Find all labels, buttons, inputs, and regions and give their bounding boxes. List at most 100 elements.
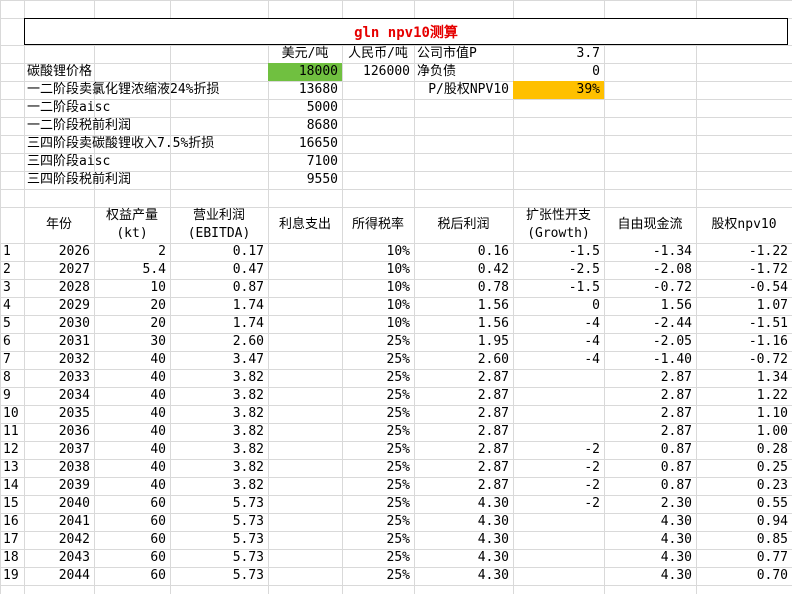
interest-cell[interactable] bbox=[268, 351, 342, 369]
equity-npv10-cell[interactable]: -0.54 bbox=[696, 279, 792, 297]
equity-output-cell[interactable]: 2 bbox=[94, 243, 170, 261]
ebitda-cell[interactable]: 1.74 bbox=[170, 297, 268, 315]
interest-cell[interactable] bbox=[268, 243, 342, 261]
ebitda-cell[interactable]: 5.73 bbox=[170, 549, 268, 567]
interest-cell[interactable] bbox=[268, 423, 342, 441]
free-cash-flow-cell[interactable]: -2.08 bbox=[604, 261, 696, 279]
summary-usd-value[interactable]: 5000 bbox=[268, 99, 342, 117]
ebitda-cell[interactable]: 0.17 bbox=[170, 243, 268, 261]
summary-label[interactable]: 三四阶段aisc bbox=[24, 153, 268, 171]
summary-usd-value[interactable]: 9550 bbox=[268, 171, 342, 189]
row-number[interactable]: 13 bbox=[0, 459, 24, 477]
tax-rate-cell[interactable]: 25% bbox=[342, 441, 414, 459]
equity-npv10-cell[interactable]: -1.72 bbox=[696, 261, 792, 279]
equity-npv10-cell[interactable]: -1.16 bbox=[696, 333, 792, 351]
equity-npv10-cell[interactable]: 0.23 bbox=[696, 477, 792, 495]
equity-output-cell[interactable]: 40 bbox=[94, 369, 170, 387]
growth-capex-cell[interactable] bbox=[513, 387, 604, 405]
summary-label[interactable]: 碳酸锂价格 bbox=[24, 63, 268, 81]
after-tax-profit-cell[interactable]: 2.87 bbox=[414, 369, 513, 387]
equity-npv10-cell[interactable]: 1.22 bbox=[696, 387, 792, 405]
year-cell[interactable]: 2037 bbox=[24, 441, 94, 459]
year-cell[interactable]: 2036 bbox=[24, 423, 94, 441]
after-tax-profit-cell[interactable]: 1.95 bbox=[414, 333, 513, 351]
row-number[interactable]: 6 bbox=[0, 333, 24, 351]
interest-cell[interactable] bbox=[268, 477, 342, 495]
ratio-label[interactable]: P/股权NPV10 bbox=[414, 81, 513, 99]
free-cash-flow-cell[interactable]: 0.87 bbox=[604, 441, 696, 459]
row-number[interactable]: 5 bbox=[0, 315, 24, 333]
net-debt-label[interactable]: 净负债 bbox=[414, 63, 513, 81]
ebitda-cell[interactable]: 1.74 bbox=[170, 315, 268, 333]
growth-capex-cell[interactable]: 0 bbox=[513, 297, 604, 315]
interest-cell[interactable] bbox=[268, 369, 342, 387]
row-number[interactable]: 12 bbox=[0, 441, 24, 459]
equity-output-cell[interactable]: 40 bbox=[94, 351, 170, 369]
equity-npv10-cell[interactable]: 1.07 bbox=[696, 297, 792, 315]
tax-rate-cell[interactable]: 25% bbox=[342, 513, 414, 531]
interest-cell[interactable] bbox=[268, 279, 342, 297]
ebitda-cell[interactable]: 3.82 bbox=[170, 387, 268, 405]
rmb-per-ton-header[interactable]: 人民币/吨 bbox=[342, 45, 414, 63]
year-cell[interactable]: 2044 bbox=[24, 567, 94, 585]
equity-output-cell[interactable]: 60 bbox=[94, 531, 170, 549]
table-header-cell[interactable]: 股权npv10 bbox=[696, 216, 792, 234]
equity-output-cell[interactable]: 40 bbox=[94, 387, 170, 405]
summary-usd-value[interactable]: 18000 bbox=[268, 63, 342, 81]
free-cash-flow-cell[interactable]: 2.30 bbox=[604, 495, 696, 513]
equity-output-cell[interactable]: 60 bbox=[94, 549, 170, 567]
year-cell[interactable]: 2032 bbox=[24, 351, 94, 369]
summary-label[interactable]: 三四阶段税前利润 bbox=[24, 171, 268, 189]
after-tax-profit-cell[interactable]: 0.42 bbox=[414, 261, 513, 279]
row-number[interactable]: 3 bbox=[0, 279, 24, 297]
equity-npv10-cell[interactable]: 0.28 bbox=[696, 441, 792, 459]
summary-label[interactable]: 一二阶段税前利润 bbox=[24, 117, 268, 135]
tax-rate-cell[interactable]: 25% bbox=[342, 351, 414, 369]
ebitda-cell[interactable]: 5.73 bbox=[170, 531, 268, 549]
year-cell[interactable]: 2040 bbox=[24, 495, 94, 513]
growth-capex-cell[interactable]: -2.5 bbox=[513, 261, 604, 279]
interest-cell[interactable] bbox=[268, 495, 342, 513]
table-header-cell[interactable]: 权益产量 (kt) bbox=[94, 207, 170, 243]
row-number[interactable]: 1 bbox=[0, 243, 24, 261]
row-number[interactable]: 4 bbox=[0, 297, 24, 315]
free-cash-flow-cell[interactable]: -1.40 bbox=[604, 351, 696, 369]
after-tax-profit-cell[interactable]: 1.56 bbox=[414, 315, 513, 333]
interest-cell[interactable] bbox=[268, 459, 342, 477]
ebitda-cell[interactable]: 3.82 bbox=[170, 441, 268, 459]
growth-capex-cell[interactable]: -2 bbox=[513, 495, 604, 513]
after-tax-profit-cell[interactable]: 2.87 bbox=[414, 477, 513, 495]
tax-rate-cell[interactable]: 10% bbox=[342, 243, 414, 261]
tax-rate-cell[interactable]: 10% bbox=[342, 261, 414, 279]
table-header-cell[interactable]: 年份 bbox=[24, 216, 94, 234]
equity-output-cell[interactable]: 40 bbox=[94, 441, 170, 459]
tax-rate-cell[interactable]: 25% bbox=[342, 531, 414, 549]
free-cash-flow-cell[interactable]: 4.30 bbox=[604, 513, 696, 531]
row-number[interactable]: 7 bbox=[0, 351, 24, 369]
free-cash-flow-cell[interactable]: 0.87 bbox=[604, 459, 696, 477]
growth-capex-cell[interactable]: -2 bbox=[513, 441, 604, 459]
ebitda-cell[interactable]: 0.87 bbox=[170, 279, 268, 297]
equity-npv10-cell[interactable]: 0.94 bbox=[696, 513, 792, 531]
growth-capex-cell[interactable] bbox=[513, 369, 604, 387]
market-cap-value[interactable]: 3.7 bbox=[513, 45, 604, 63]
free-cash-flow-cell[interactable]: -1.34 bbox=[604, 243, 696, 261]
tax-rate-cell[interactable]: 25% bbox=[342, 387, 414, 405]
equity-output-cell[interactable]: 10 bbox=[94, 279, 170, 297]
after-tax-profit-cell[interactable]: 4.30 bbox=[414, 567, 513, 585]
free-cash-flow-cell[interactable]: -0.72 bbox=[604, 279, 696, 297]
tax-rate-cell[interactable]: 10% bbox=[342, 297, 414, 315]
year-cell[interactable]: 2041 bbox=[24, 513, 94, 531]
interest-cell[interactable] bbox=[268, 567, 342, 585]
after-tax-profit-cell[interactable]: 0.16 bbox=[414, 243, 513, 261]
equity-output-cell[interactable]: 20 bbox=[94, 315, 170, 333]
year-cell[interactable]: 2026 bbox=[24, 243, 94, 261]
row-number[interactable]: 8 bbox=[0, 369, 24, 387]
net-debt-value[interactable]: 0 bbox=[513, 63, 604, 81]
year-cell[interactable]: 2034 bbox=[24, 387, 94, 405]
equity-npv10-cell[interactable]: 1.00 bbox=[696, 423, 792, 441]
ebitda-cell[interactable]: 3.82 bbox=[170, 423, 268, 441]
summary-usd-value[interactable]: 7100 bbox=[268, 153, 342, 171]
table-header-cell[interactable]: 自由现金流 bbox=[604, 216, 696, 234]
equity-output-cell[interactable]: 30 bbox=[94, 333, 170, 351]
